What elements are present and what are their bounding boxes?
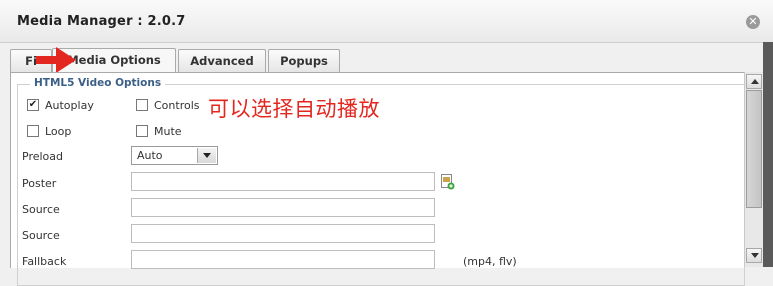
source-input-2[interactable] xyxy=(131,224,435,243)
red-arrow-annotation xyxy=(36,47,76,73)
poster-label: Poster xyxy=(22,177,57,190)
poster-input[interactable] xyxy=(131,172,435,191)
annotation-text: 可以选择自动播放 xyxy=(208,97,380,121)
controls-checkbox[interactable] xyxy=(136,99,148,111)
section-legend: HTML5 Video Options xyxy=(30,77,166,89)
scroll-up-button[interactable] xyxy=(746,74,762,89)
loop-label: Loop xyxy=(45,125,72,138)
preload-select[interactable]: Auto xyxy=(131,146,218,165)
loop-checkbox[interactable] xyxy=(27,125,39,137)
fallback-hint: (mp4, flv) xyxy=(463,255,517,268)
preload-select-value: Auto xyxy=(137,149,163,162)
autoplay-label: Autoplay xyxy=(45,99,94,112)
dialog-title: Media Manager : 2.0.7 xyxy=(17,14,186,29)
preload-label: Preload xyxy=(22,150,63,163)
tab-popups[interactable]: Popups xyxy=(268,49,340,72)
window-edge xyxy=(763,42,773,267)
mute-checkbox[interactable] xyxy=(136,125,148,137)
scroll-down-button[interactable] xyxy=(746,248,762,263)
vertical-scrollbar[interactable] xyxy=(744,72,764,267)
tab-advanced[interactable]: Advanced xyxy=(178,49,266,72)
mute-label: Mute xyxy=(154,125,182,138)
controls-label: Controls xyxy=(154,99,200,112)
autoplay-checkbox[interactable]: ✔ xyxy=(27,99,39,111)
scroll-thumb[interactable] xyxy=(746,90,762,208)
dialog-titlebar: Media Manager : 2.0.7 ✕ xyxy=(0,0,773,43)
fallback-input[interactable] xyxy=(131,250,435,269)
source-input-1[interactable] xyxy=(131,198,435,217)
close-icon[interactable]: ✕ xyxy=(746,15,760,29)
browse-file-icon[interactable] xyxy=(441,174,455,190)
source-label-1: Source xyxy=(22,203,60,216)
fallback-label: Fallback xyxy=(22,255,67,268)
chevron-down-icon xyxy=(197,148,216,163)
source-label-2: Source xyxy=(22,229,60,242)
